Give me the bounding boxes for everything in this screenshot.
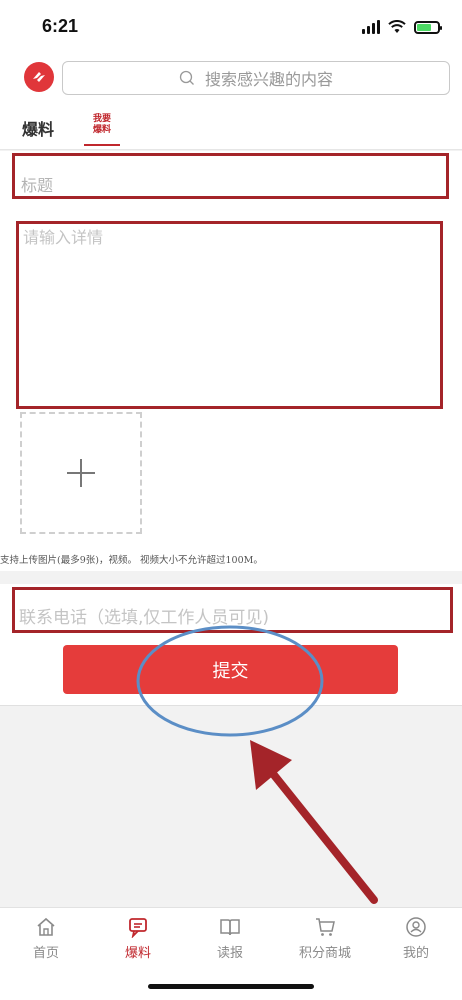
phone-placeholder: 联系电话（选填,仅工作人员可见)	[19, 608, 270, 628]
nav-item-mine[interactable]: 我的	[386, 916, 446, 961]
tab-label-line2: 爆料	[92, 125, 111, 135]
detail-textarea[interactable]: 请输入详情	[16, 221, 443, 409]
submit-button[interactable]: 提交	[63, 645, 398, 694]
search-input[interactable]: 搜索感兴趣的内容	[62, 61, 450, 95]
status-time: 6:21	[42, 16, 79, 36]
nav-label-mall: 积分商城	[298, 946, 351, 961]
nav-item-baoliao[interactable]: 爆料	[108, 916, 168, 961]
pointer-arrow-shaft	[266, 766, 378, 904]
signal-icon	[362, 20, 380, 34]
nav-label-read: 读报	[216, 946, 243, 961]
contact-section: 联系电话（选填,仅工作人员可见) 提交	[0, 584, 462, 706]
nav-item-read[interactable]: 读报	[200, 916, 260, 961]
logo-icon	[33, 72, 45, 82]
home-indicator[interactable]	[148, 984, 314, 989]
status-bar: 6:21	[0, 0, 462, 54]
plus-icon	[67, 459, 95, 487]
pointer-arrow-head	[250, 740, 292, 790]
upload-hint: 支持上传图片(最多9张)，视频。 视频大小不允许超过100M。	[0, 555, 263, 566]
search-icon	[179, 70, 194, 85]
phone-field[interactable]: 联系电话（选填,仅工作人员可见)	[12, 587, 453, 633]
report-form: 标题 请输入详情 支持上传图片(最多9张)，视频。 视频大小不允许超过100M。	[0, 151, 462, 571]
tab-bar: 爆料 我要 爆料	[0, 104, 462, 150]
app-logo[interactable]	[24, 62, 54, 92]
top-header: 搜索感兴趣的内容	[0, 54, 462, 104]
detail-placeholder: 请输入详情	[23, 228, 104, 247]
nav-label-home: 首页	[32, 946, 59, 961]
search-placeholder: 搜索感兴趣的内容	[204, 70, 333, 89]
nav-item-home[interactable]: 首页	[16, 916, 76, 961]
nav-item-mall[interactable]: 积分商城	[292, 916, 358, 961]
user-icon	[406, 917, 426, 937]
battery-icon	[414, 20, 442, 34]
report-icon	[129, 918, 147, 938]
wifi-icon	[388, 20, 406, 33]
upload-media-button[interactable]	[20, 412, 142, 534]
title-placeholder: 标题	[21, 176, 54, 195]
nav-label-baoliao: 爆料	[124, 946, 151, 961]
tab-baoliao[interactable]: 爆料	[22, 116, 54, 140]
tab-woyao-baoliao[interactable]: 我要 爆料	[84, 114, 120, 146]
status-icons	[362, 20, 442, 34]
book-icon	[220, 919, 240, 936]
tab-label-line1: 我要	[92, 114, 111, 124]
home-icon	[37, 917, 55, 936]
title-field[interactable]: 标题	[12, 153, 449, 199]
nav-label-mine: 我的	[402, 946, 429, 961]
cart-icon	[316, 918, 335, 936]
